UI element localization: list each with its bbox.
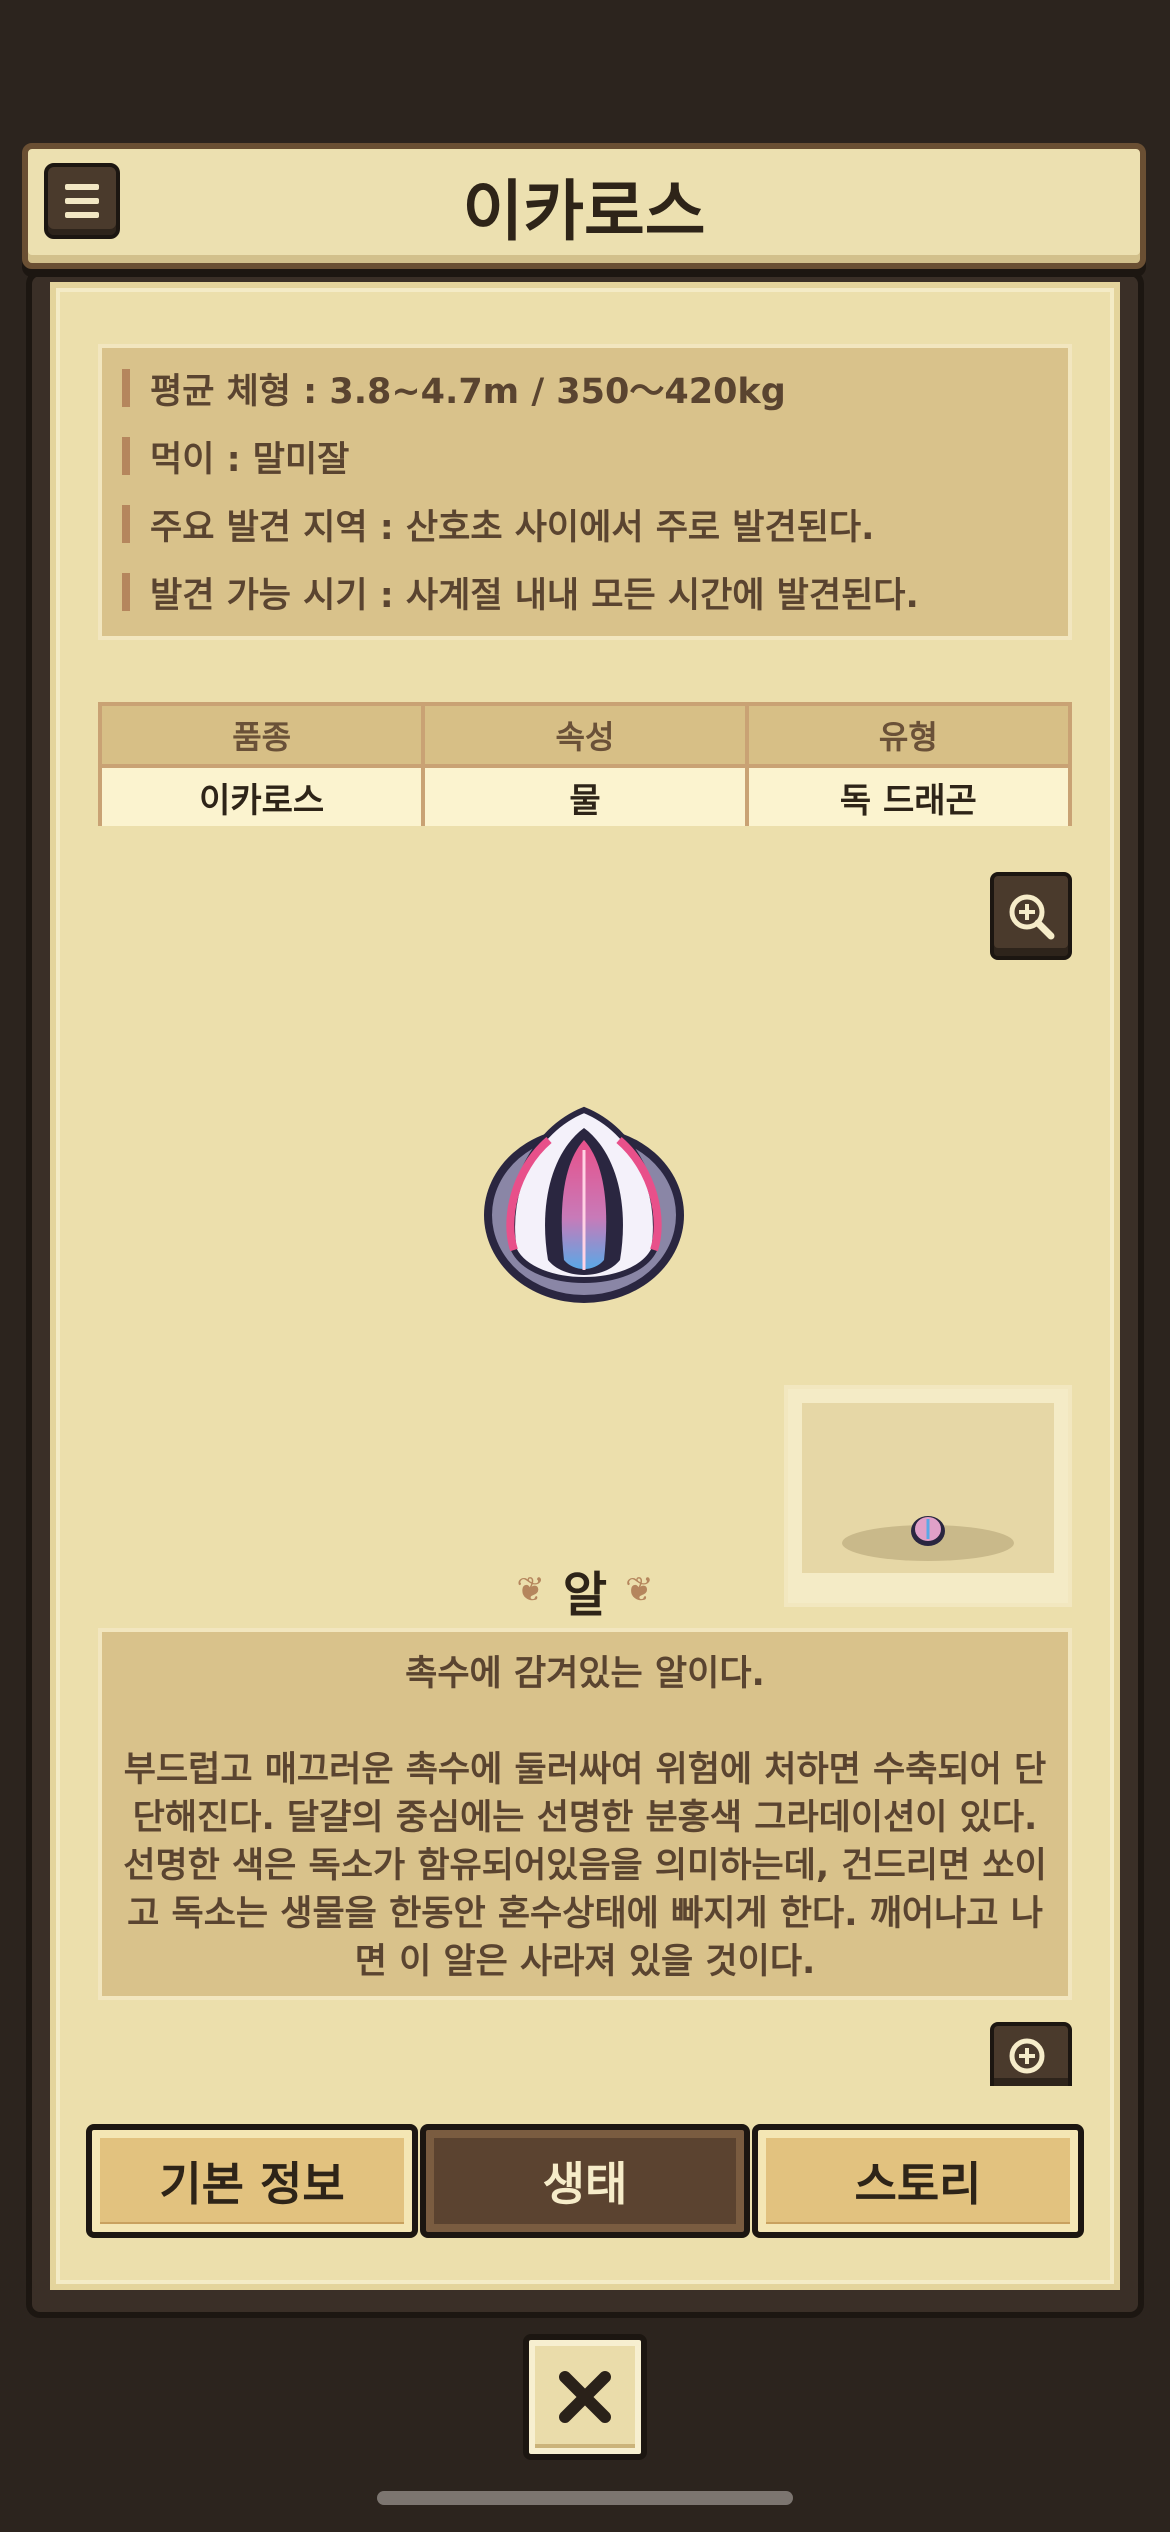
- bullet-bar: [122, 437, 130, 475]
- tab-story[interactable]: 스토리: [752, 2124, 1084, 2238]
- info-text: 발견 가능 시기 : 사계절 내내 모든 시간에 발견된다.: [150, 575, 919, 616]
- table-header-element: 속성: [425, 706, 745, 764]
- leaf-ornament-left-icon: ❦: [516, 1570, 545, 1610]
- table-header-breed: 품종: [102, 706, 422, 764]
- stage-label-text: 알: [562, 1567, 608, 1623]
- table-cell-breed: 이카로스: [102, 768, 422, 826]
- bullet-bar: [122, 369, 130, 407]
- bullet-bar: [122, 505, 130, 543]
- tab-ecology[interactable]: 생태: [420, 2124, 750, 2238]
- attribute-table: 품종 속성 유형 이카로스 물 독 드래곤: [98, 702, 1072, 826]
- title-banner: 이카로스: [22, 143, 1146, 269]
- info-line-size: 평균 체형 : 3.8~4.7m / 350～420kg: [122, 366, 786, 412]
- tab-bar: 기본 정보 생태 스토리: [86, 2124, 1084, 2238]
- info-text: 주요 발견 지역 : 산호초 사이에서 주로 발견된다.: [150, 507, 875, 548]
- page-title: 이카로스: [462, 173, 706, 250]
- minimap-egg-icon: [842, 1516, 1014, 1561]
- info-line-habitat: 주요 발견 지역 : 산호초 사이에서 주로 발견된다.: [122, 502, 874, 548]
- zoom-button-description[interactable]: [990, 2022, 1072, 2086]
- minimap-preview[interactable]: [784, 1385, 1072, 1607]
- bullet-bar: [122, 573, 130, 611]
- tab-basic-info[interactable]: 기본 정보: [86, 2124, 418, 2238]
- close-button[interactable]: [523, 2334, 647, 2460]
- description-body: 부드럽고 매끄러운 촉수에 둘러싸여 위험에 처하면 수축되어 단단해진다. 달…: [123, 1750, 1047, 1982]
- table-cell-element: 물: [425, 768, 745, 826]
- info-box: 평균 체형 : 3.8~4.7m / 350～420kg 먹이 : 말미잘 주요…: [98, 344, 1072, 640]
- zoom-button-creature[interactable]: [990, 872, 1072, 960]
- info-text: 평균 체형 : 3.8~4.7m / 350～420kg: [150, 371, 786, 412]
- leaf-ornament-right-icon: ❦: [625, 1570, 654, 1610]
- table-header-type: 유형: [748, 706, 1068, 764]
- stage-label: ❦ 알 ❦: [485, 1555, 685, 1625]
- close-icon: [559, 2371, 611, 2423]
- info-line-food: 먹이 : 말미잘: [122, 434, 349, 480]
- minimap-scene: [802, 1403, 1054, 1573]
- home-indicator[interactable]: [377, 2491, 793, 2505]
- zoom-in-icon: [1009, 2038, 1045, 2074]
- table-cell-type: 독 드래곤: [748, 768, 1068, 826]
- description-summary: 촉수에 감겨있는 알이다.: [405, 1654, 765, 1694]
- description-box: 촉수에 감겨있는 알이다. 부드럽고 매끄러운 촉수에 둘러싸여 위험에 처하면…: [98, 1628, 1072, 2000]
- zoom-in-icon: [1009, 894, 1055, 940]
- info-line-season: 발견 가능 시기 : 사계절 내내 모든 시간에 발견된다.: [122, 570, 919, 616]
- info-text: 먹이 : 말미잘: [150, 439, 350, 480]
- egg-image: [484, 1106, 684, 1303]
